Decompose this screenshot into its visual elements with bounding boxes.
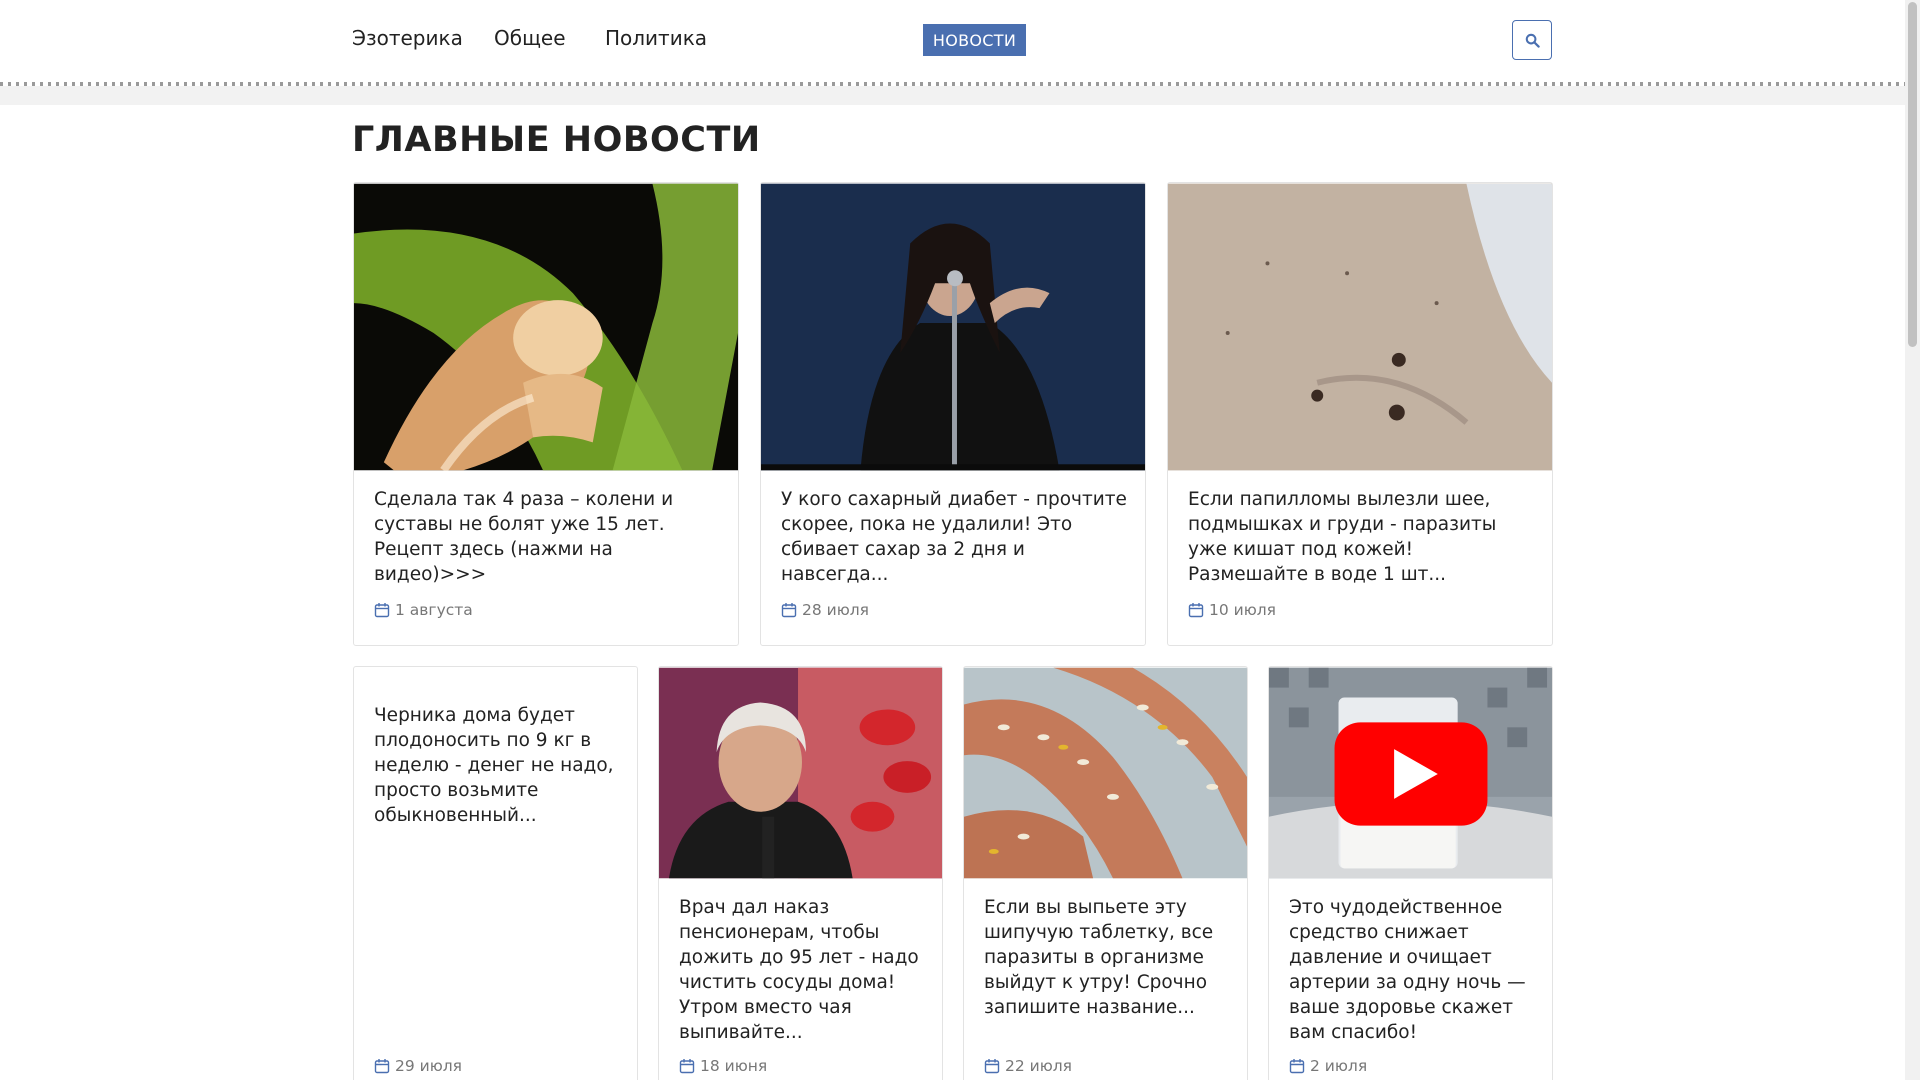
calendar-icon (374, 1059, 390, 1074)
news-card[interactable]: Сделала так 4 раза – колени и суставы не… (353, 182, 739, 646)
nav-item-esoterics[interactable]: Эзотерика (352, 26, 463, 50)
page-scrollbar[interactable] (1905, 0, 1920, 1080)
card-date-text: 22 июля (1005, 1057, 1073, 1075)
card-date-text: 2 июля (1310, 1057, 1368, 1075)
card-title[interactable]: Это чудодейственное средство снижает дав… (1289, 895, 1534, 1045)
search-icon (1525, 33, 1540, 48)
card-date-text: 10 июля (1209, 601, 1277, 619)
card-title[interactable]: Сделала так 4 раза – колени и суставы не… (374, 487, 720, 587)
calendar-icon (1188, 603, 1204, 618)
card-title[interactable]: Врач дал наказ пенсионерам, чтобы дожить… (679, 895, 924, 1045)
card-title[interactable]: Черника дома будет плодоносить по 9 кг в… (374, 703, 619, 828)
card-date: 28 июля (781, 601, 869, 619)
card-image-milk-glass[interactable] (1269, 667, 1552, 879)
news-card[interactable]: Черника дома будет плодоносить по 9 кг в… (353, 666, 638, 1080)
section-title: ГЛАВНЫЕ НОВОСТИ (352, 120, 761, 160)
news-card[interactable]: Это чудодейственное средство снижает дав… (1268, 666, 1553, 1080)
card-image-skin[interactable] (1168, 183, 1552, 471)
card-date-text: 28 июля (802, 601, 870, 619)
site-header: Эзотерика Общее Политика НОВОСТИ (0, 0, 1905, 105)
card-date: 18 июня (679, 1057, 767, 1075)
card-title[interactable]: У кого сахарный диабет - прочтите скорее… (781, 487, 1127, 587)
card-date: 10 июля (1188, 601, 1276, 619)
card-date-text: 18 июня (700, 1057, 768, 1075)
card-title[interactable]: Если вы выпьете эту шипучую таблетку, вс… (984, 895, 1229, 1020)
header-band (0, 86, 1905, 105)
calendar-icon (374, 603, 390, 618)
nav-item-politics[interactable]: Политика (605, 26, 707, 50)
card-date-text: 29 июля (395, 1057, 463, 1075)
news-card[interactable]: Врач дал наказ пенсионерам, чтобы дожить… (658, 666, 943, 1080)
card-image-knee[interactable] (354, 183, 738, 471)
card-date: 29 июля (374, 1057, 462, 1075)
card-date-text: 1 августа (395, 601, 473, 619)
news-button[interactable]: НОВОСТИ (923, 24, 1026, 56)
card-image-singer[interactable] (761, 183, 1145, 471)
card-title[interactable]: Если папилломы вылезли шее, подмышках и … (1188, 487, 1534, 587)
card-image-fingers[interactable] (964, 667, 1247, 879)
news-card[interactable]: У кого сахарный диабет - прочтите скорее… (760, 182, 1146, 646)
calendar-icon (679, 1059, 695, 1074)
nav-item-general[interactable]: Общее (494, 26, 566, 50)
news-card[interactable]: Если папилломы вылезли шее, подмышках и … (1167, 182, 1553, 646)
news-card[interactable]: Если вы выпьете эту шипучую таблетку, вс… (963, 666, 1248, 1080)
card-date: 2 июля (1289, 1057, 1367, 1075)
calendar-icon (1289, 1059, 1305, 1074)
calendar-icon (984, 1059, 1000, 1074)
scrollbar-thumb[interactable] (1908, 2, 1917, 347)
search-button[interactable] (1512, 20, 1552, 60)
card-image-elderly-man[interactable] (659, 667, 942, 879)
card-date: 1 августа (374, 601, 473, 619)
calendar-icon (781, 603, 797, 618)
card-date: 22 июля (984, 1057, 1072, 1075)
